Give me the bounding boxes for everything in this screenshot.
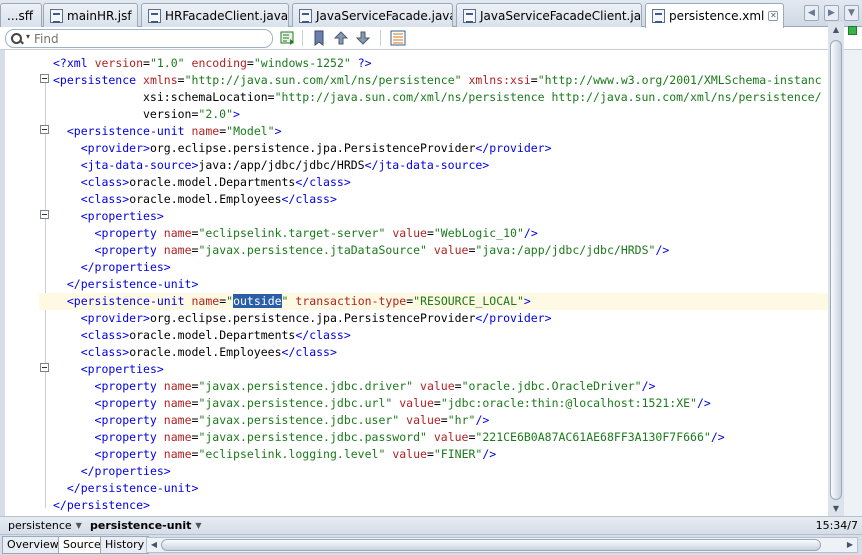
scroll-tabs-right-icon[interactable]: ▶	[824, 5, 839, 21]
code-line[interactable]: <?xml version="1.0" encoding="windows-12…	[53, 55, 828, 72]
close-tab-icon[interactable]: ✕	[768, 11, 779, 21]
structure-view-icon[interactable]	[390, 30, 406, 46]
tab-sff[interactable]: ...sff	[0, 3, 42, 27]
code-line[interactable]: <property name="eclipselink.target-serve…	[53, 225, 828, 242]
code-line[interactable]: <properties>	[53, 361, 828, 378]
code-text[interactable]: <?xml version="1.0" encoding="windows-12…	[39, 55, 828, 514]
breadcrumb-label: persistence	[8, 519, 72, 532]
vertical-scroll-thumb[interactable]	[830, 40, 842, 500]
scroll-left-icon[interactable]: ◀	[147, 538, 161, 552]
scroll-tabs-left-icon[interactable]: ◀	[804, 5, 819, 21]
editor-tab-bar: ...sff mainHR.jsf HRFacadeClient.java Ja…	[0, 0, 862, 28]
scroll-right-icon[interactable]: ▶	[843, 538, 857, 552]
no-errors-icon	[848, 26, 857, 35]
horizontal-scrollbar[interactable]: ◀ ▶	[146, 537, 858, 553]
tab-label: mainHR.jsf	[67, 8, 132, 23]
chevron-down-icon[interactable]: ▼	[195, 518, 201, 533]
toolbar-separator	[380, 30, 381, 46]
cursor-position: 15:34/7	[815, 519, 858, 532]
code-line[interactable]: </persistence-unit>	[53, 276, 828, 293]
find-box: ▾	[5, 29, 273, 48]
code-line[interactable]: <property name="javax.persistence.jdbc.d…	[53, 378, 828, 395]
xml-file-icon	[652, 9, 665, 23]
tab-label: persistence.xml	[669, 9, 765, 23]
code-line[interactable]: </properties>	[53, 259, 828, 276]
tab-hrfacadeclient[interactable]: HRFacadeClient.java	[141, 3, 289, 27]
code-line-current[interactable]: <persistence-unit name="outside" transac…	[39, 293, 828, 310]
selected-text: outside	[233, 294, 282, 308]
code-line[interactable]: xsi:schemaLocation="http://java.sun.com/…	[53, 89, 828, 106]
tab-label: HRFacadeClient.java	[165, 8, 289, 23]
breadcrumb-persistence[interactable]: persistence ▼	[2, 518, 88, 533]
code-line[interactable]: <class>oracle.model.Employees</class>	[53, 344, 828, 361]
tab-label: JavaServiceFacadeClient.java	[480, 8, 642, 23]
fold-collapse-icon[interactable]	[40, 125, 49, 134]
scroll-down-icon[interactable]: ▼	[829, 501, 843, 516]
code-line[interactable]: <properties>	[53, 208, 828, 225]
fold-collapse-icon[interactable]	[40, 210, 49, 219]
editor-gutter	[5, 50, 49, 516]
java-file-icon	[148, 8, 161, 23]
next-occurrence-icon[interactable]	[355, 30, 371, 46]
tab-label: ...sff	[7, 8, 33, 23]
scroll-up-icon[interactable]: ▲	[829, 22, 843, 37]
code-line[interactable]: <class>oracle.model.Departments</class>	[53, 327, 828, 344]
code-line[interactable]: <persistence xmlns="http://java.sun.com/…	[53, 72, 828, 89]
bookmark-icon[interactable]	[311, 30, 327, 46]
code-line[interactable]: </persistence>	[53, 497, 828, 514]
code-line[interactable]: <property name="javax.persistence.jdbc.u…	[53, 412, 828, 429]
breadcrumb-bar: persistence ▼ persistence-unit ▼ 15:34/7	[0, 516, 862, 534]
tab-javaservicefacade[interactable]: JavaServiceFacade.java	[292, 3, 453, 27]
code-line[interactable]: <property name="javax.persistence.jdbc.p…	[53, 429, 828, 446]
tab-mainhr-jsf[interactable]: mainHR.jsf	[43, 3, 138, 27]
show-opened-documents-icon[interactable]: ▼	[844, 5, 859, 21]
breadcrumb-persistence-unit[interactable]: persistence-unit ▼	[84, 518, 208, 533]
breadcrumb-label: persistence-unit	[90, 519, 192, 532]
fold-collapse-icon[interactable]	[40, 74, 49, 83]
editor-view-tabs: Overview Source History ◀ ▶	[0, 534, 862, 555]
find-input[interactable]	[34, 31, 264, 46]
java-file-icon	[463, 8, 476, 23]
java-file-icon	[299, 8, 312, 23]
file-icon	[50, 8, 63, 23]
search-icon[interactable]: ▾	[6, 30, 34, 47]
find-toolbar: ▾	[0, 27, 862, 50]
code-line[interactable]: <class>oracle.model.Departments</class>	[53, 174, 828, 191]
vertical-scrollbar[interactable]: ▲ ▼	[828, 22, 844, 516]
search-options-chevron-icon[interactable]: ▾	[26, 32, 30, 41]
tab-overview[interactable]: Overview	[2, 536, 64, 554]
code-line[interactable]: <class>oracle.model.Employees</class>	[53, 191, 828, 208]
code-line[interactable]: <persistence-unit name="Model">	[53, 123, 828, 140]
tab-label: JavaServiceFacade.java	[316, 8, 453, 23]
previous-occurrence-icon[interactable]	[333, 30, 349, 46]
error-marker-strip	[844, 26, 862, 516]
code-line[interactable]: <provider>org.eclipse.persistence.jpa.Pe…	[53, 140, 828, 157]
tab-source[interactable]: Source	[58, 536, 106, 554]
code-line[interactable]: <provider>org.eclipse.persistence.jpa.Pe…	[53, 310, 828, 327]
code-line[interactable]: <jta-data-source>java:/app/jdbc/jdbc/HRD…	[53, 157, 828, 174]
code-line[interactable]: <property name="javax.persistence.jtaDat…	[53, 242, 828, 259]
code-editor[interactable]: <?xml version="1.0" encoding="windows-12…	[5, 50, 828, 516]
code-line[interactable]: <property name="eclipselink.logging.leve…	[53, 446, 828, 463]
tab-persistence-xml[interactable]: persistence.xml ✕	[645, 3, 784, 28]
fold-collapse-icon[interactable]	[40, 363, 49, 372]
horizontal-scroll-thumb[interactable]	[161, 539, 821, 551]
chevron-down-icon[interactable]: ▼	[76, 518, 82, 533]
code-line[interactable]: </properties>	[53, 463, 828, 480]
toggle-results-icon[interactable]	[280, 30, 296, 46]
toolbar-separator	[302, 30, 303, 46]
code-line[interactable]: </persistence-unit>	[53, 480, 828, 497]
tab-history[interactable]: History	[100, 536, 150, 554]
tab-javaservicefacadeclient[interactable]: JavaServiceFacadeClient.java	[456, 3, 642, 27]
code-line[interactable]: <property name="javax.persistence.jdbc.u…	[53, 395, 828, 412]
code-line[interactable]: version="2.0">	[53, 106, 828, 123]
